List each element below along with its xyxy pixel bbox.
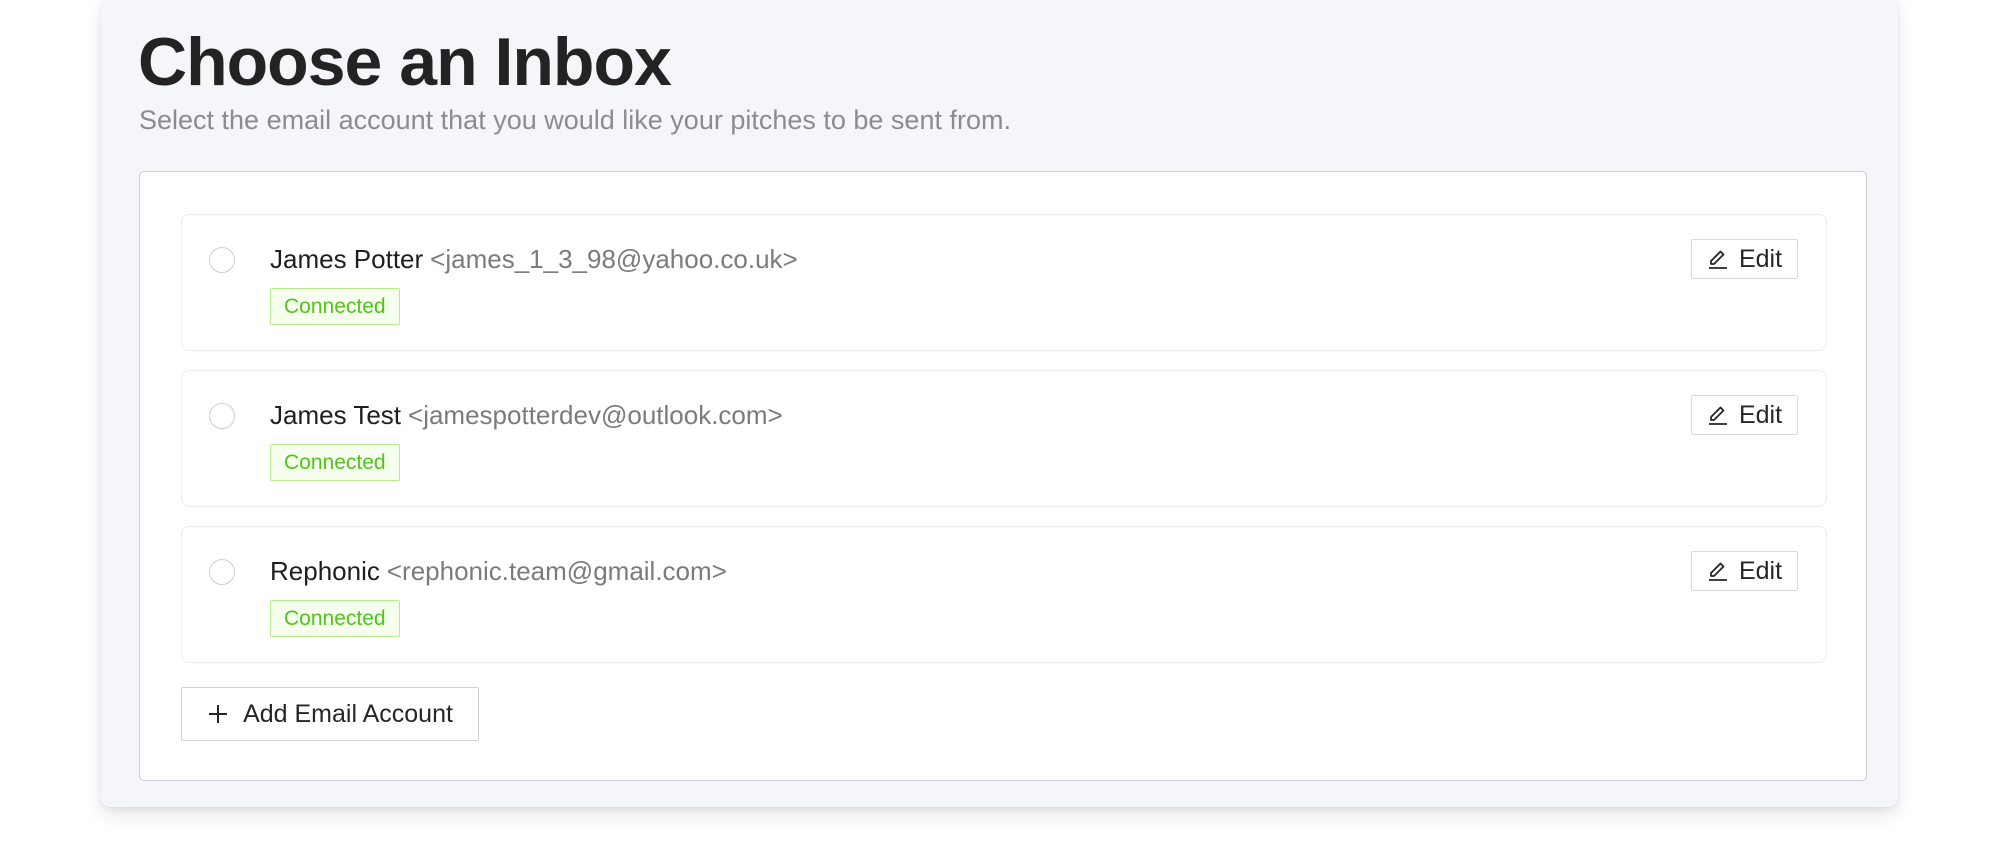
account-radio[interactable] (209, 403, 235, 429)
account-name: Rephonic (270, 556, 380, 586)
account-radio[interactable] (209, 247, 235, 273)
account-identity: James Potter <james_1_3_98@yahoo.co.uk> (270, 243, 798, 275)
add-email-account-label: Add Email Account (243, 699, 453, 728)
edit-button[interactable]: Edit (1691, 551, 1798, 591)
page-subtitle: Select the email account that you would … (139, 105, 1011, 135)
edit-button-label: Edit (1738, 400, 1783, 429)
edit-button-label: Edit (1738, 556, 1783, 585)
add-email-account-button[interactable]: Add Email Account (181, 687, 479, 741)
edit-button-label: Edit (1738, 244, 1783, 273)
plus-icon (207, 703, 229, 725)
pencil-icon (1707, 248, 1729, 270)
account-email: <rephonic.team@gmail.com> (386, 556, 727, 586)
status-badge: Connected (270, 600, 400, 637)
status-badge: Connected (270, 288, 400, 325)
pencil-icon (1707, 404, 1729, 426)
account-email: <jamespotterdev@outlook.com> (408, 400, 783, 430)
edit-button[interactable]: Edit (1691, 395, 1798, 435)
status-badge: Connected (270, 444, 400, 481)
pencil-icon (1707, 560, 1729, 582)
page-title: Choose an Inbox (138, 24, 672, 100)
account-name: James Potter (270, 244, 424, 274)
account-row-james-potter[interactable]: James Potter <james_1_3_98@yahoo.co.uk> C… (181, 214, 1827, 351)
account-identity: Rephonic <rephonic.team@gmail.com> (270, 555, 727, 587)
account-row-james-test[interactable]: James Test <jamespotterdev@outlook.com> C… (181, 370, 1827, 507)
account-row-rephonic[interactable]: Rephonic <rephonic.team@gmail.com> Connec… (181, 526, 1827, 663)
account-identity: James Test <jamespotterdev@outlook.com> (270, 399, 783, 431)
account-radio[interactable] (209, 559, 235, 585)
edit-button[interactable]: Edit (1691, 239, 1798, 279)
account-list-card: James Potter <james_1_3_98@yahoo.co.uk> C… (139, 171, 1867, 781)
account-email: <james_1_3_98@yahoo.co.uk> (430, 244, 798, 274)
account-name: James Test (270, 400, 402, 430)
